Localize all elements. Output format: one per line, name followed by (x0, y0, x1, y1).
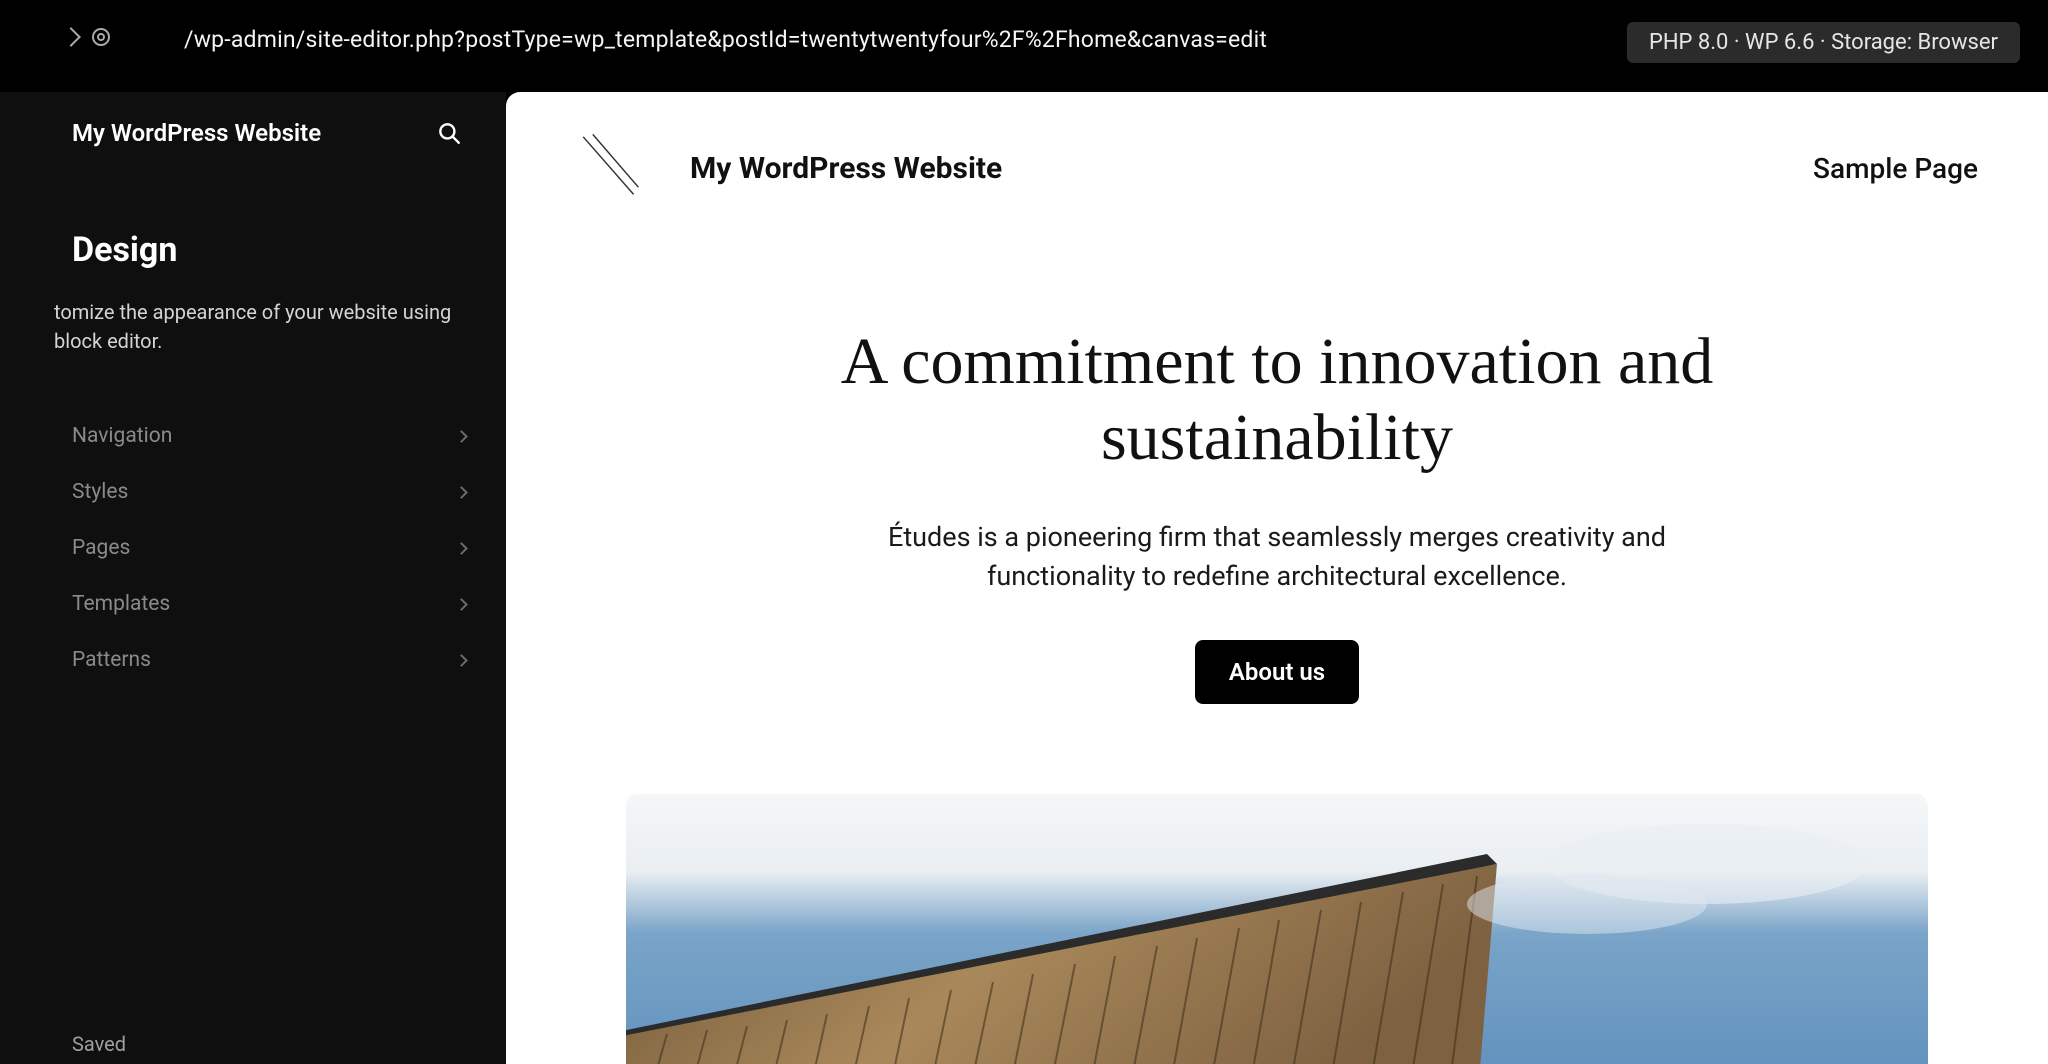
canvas-inner: My WordPress Website Sample Page A commi… (506, 92, 2048, 1064)
sidebar-item-label: Styles (72, 480, 128, 504)
address-bar-url: /wp-admin/site-editor.php?postType=wp_te… (184, 26, 1267, 53)
hero-title[interactable]: A commitment to innovation and sustainab… (787, 324, 1767, 476)
editor-canvas[interactable]: My WordPress Website Sample Page A commi… (506, 92, 2048, 1064)
reload-icon[interactable] (92, 28, 110, 46)
sidebar-item-label: Pages (72, 536, 130, 560)
forward-icon[interactable] (61, 27, 81, 47)
preview-brand: My WordPress Website (576, 132, 1002, 204)
sidebar-item-patterns[interactable]: Patterns (72, 636, 466, 684)
hero-subtitle[interactable]: Études is a pioneering firm that seamles… (867, 518, 1687, 596)
command-search-button[interactable] (432, 116, 466, 150)
preview-site-title[interactable]: My WordPress Website (690, 151, 1002, 186)
chevron-right-icon (455, 486, 468, 499)
sidebar-item-styles[interactable]: Styles (72, 468, 466, 516)
etudes-logo-icon (576, 132, 648, 204)
sidebar-item-label: Templates (72, 592, 170, 616)
design-nav-list: Navigation Styles Pages Templates Patter… (72, 412, 466, 684)
browser-topbar: /wp-admin/site-editor.php?postType=wp_te… (0, 0, 2048, 92)
sidebar-item-label: Patterns (72, 648, 151, 672)
chevron-right-icon (455, 654, 468, 667)
site-logo[interactable] (576, 132, 648, 204)
sidebar-item-templates[interactable]: Templates (72, 580, 466, 628)
save-status: Saved (72, 1032, 126, 1056)
site-editor-sidebar: My WordPress Website Design tomize the a… (0, 92, 506, 1064)
preview-header: My WordPress Website Sample Page (576, 132, 1978, 204)
workspace: My WordPress Website Design tomize the a… (0, 92, 2048, 1064)
sidebar-item-navigation[interactable]: Navigation (72, 412, 466, 460)
about-us-button[interactable]: About us (1195, 640, 1359, 704)
sidebar-header: My WordPress Website (72, 116, 466, 150)
sidebar-site-name[interactable]: My WordPress Website (72, 119, 321, 147)
hero-section: A commitment to innovation and sustainab… (787, 324, 1767, 704)
sidebar-description: tomize the appearance of your website us… (54, 298, 466, 356)
nav-link-sample-page[interactable]: Sample Page (1813, 152, 1978, 185)
hero-image[interactable] (626, 794, 1928, 1064)
topbar-nav-icons (64, 28, 110, 46)
sidebar-item-label: Navigation (72, 424, 172, 448)
chevron-right-icon (455, 598, 468, 611)
search-icon (436, 120, 462, 146)
chevron-right-icon (455, 430, 468, 443)
sidebar-item-pages[interactable]: Pages (72, 524, 466, 572)
sidebar-heading: Design (72, 230, 466, 270)
chevron-right-icon (455, 542, 468, 555)
building-illustration (626, 794, 1928, 1064)
environment-badge: PHP 8.0 · WP 6.6 · Storage: Browser (1627, 22, 2020, 63)
